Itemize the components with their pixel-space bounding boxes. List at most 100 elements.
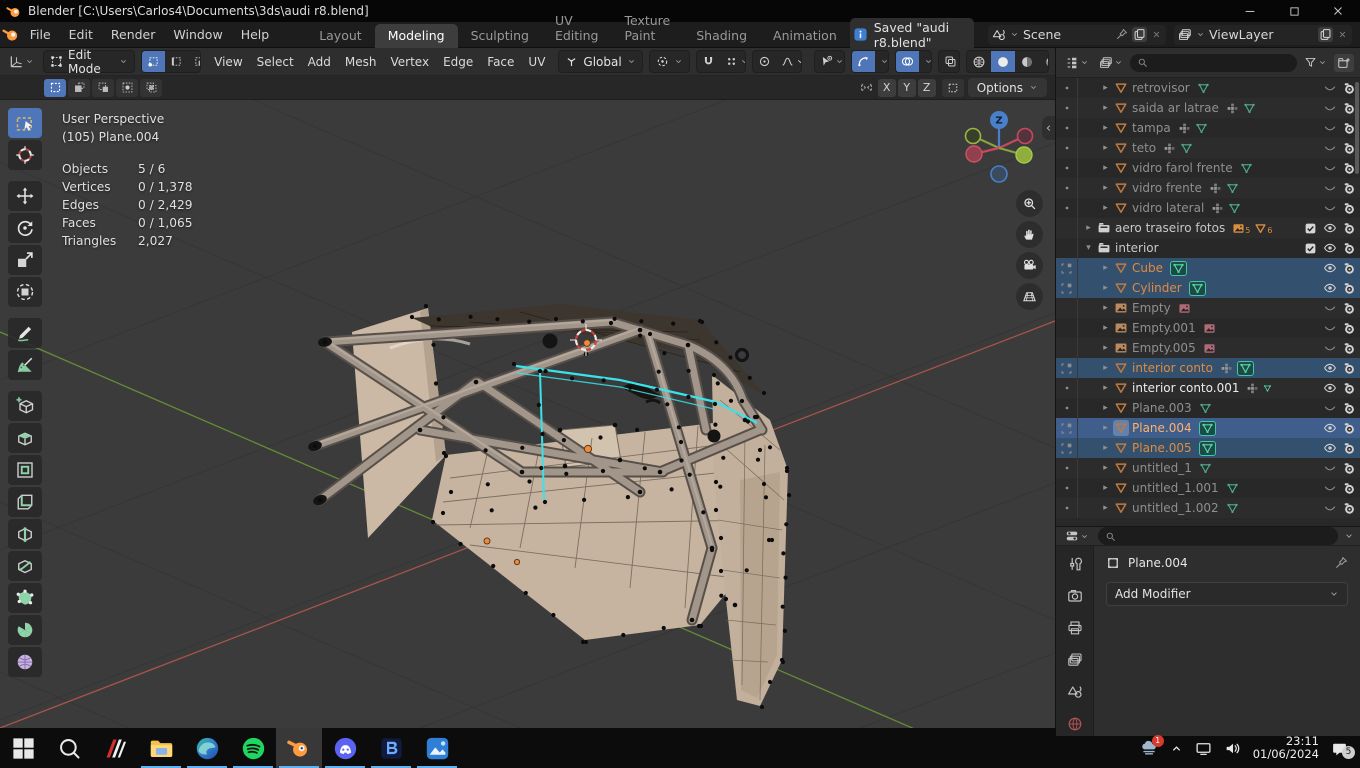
gizmo-y-axis[interactable] xyxy=(1016,147,1032,163)
outliner-item-plane-004[interactable]: ▸Plane.004 xyxy=(1056,418,1360,438)
outliner-gutter-dot[interactable] xyxy=(1056,398,1078,418)
tool-transform[interactable] xyxy=(8,277,42,307)
properties-tab-scene[interactable] xyxy=(1061,680,1089,704)
outliner-item-aero-traseiro-fotos[interactable]: ▸aero traseiro fotos56 xyxy=(1056,218,1360,238)
taskbar-app-start[interactable] xyxy=(0,728,46,768)
expander-icon[interactable]: ▸ xyxy=(1099,323,1112,333)
render-visibility-toggle[interactable] xyxy=(1343,282,1356,295)
maximize-button[interactable] xyxy=(1272,0,1316,22)
render-visibility-toggle[interactable] xyxy=(1343,202,1356,215)
vertex-select-mode-button[interactable] xyxy=(142,51,165,72)
visibility-toggle[interactable] xyxy=(1323,381,1337,395)
viewport-menu-face[interactable]: Face xyxy=(480,55,521,69)
viewport-pan-button[interactable] xyxy=(1016,221,1043,248)
visibility-toggle[interactable] xyxy=(1323,221,1337,235)
render-visibility-toggle[interactable] xyxy=(1343,262,1356,275)
viewport-menu-view[interactable]: View xyxy=(207,55,249,69)
expander-icon[interactable]: ▸ xyxy=(1099,103,1112,113)
viewport-menu-uv[interactable]: UV xyxy=(521,55,552,69)
viewport-menu-mesh[interactable]: Mesh xyxy=(338,55,384,69)
expander-icon[interactable]: ▸ xyxy=(1099,383,1112,393)
visibility-toggle[interactable] xyxy=(1323,141,1337,155)
outliner-gutter-dot[interactable] xyxy=(1056,158,1078,178)
snap-base-button[interactable] xyxy=(942,79,964,97)
tool-extrude[interactable] xyxy=(8,423,42,453)
expander-icon[interactable]: ▾ xyxy=(1082,243,1095,253)
properties-search-input[interactable] xyxy=(1098,527,1338,545)
menu-help[interactable]: Help xyxy=(232,27,279,42)
expander-icon[interactable]: ▸ xyxy=(1099,303,1112,313)
taskbar-app-medal[interactable] xyxy=(92,728,138,768)
tool-add-cube[interactable] xyxy=(8,391,42,421)
outliner-item-tampa[interactable]: ▸tampa xyxy=(1056,118,1360,138)
outliner-filter-button[interactable] xyxy=(1301,54,1330,71)
render-visibility-toggle[interactable] xyxy=(1343,462,1356,475)
outliner-item-interior-conto[interactable]: ▸interior conto xyxy=(1056,358,1360,378)
render-visibility-toggle[interactable] xyxy=(1343,322,1356,335)
outliner-search-input[interactable] xyxy=(1130,54,1297,72)
workspace-tab-layout[interactable]: Layout xyxy=(306,24,375,48)
visibility-toggle[interactable] xyxy=(1323,161,1337,175)
expander-icon[interactable]: ▸ xyxy=(1099,283,1112,293)
visibility-toggle[interactable] xyxy=(1323,261,1337,275)
tool-move[interactable] xyxy=(8,181,42,211)
close-button[interactable] xyxy=(1316,0,1360,22)
render-visibility-toggle[interactable] xyxy=(1343,502,1356,515)
viewport-menu-vertex[interactable]: Vertex xyxy=(384,55,437,69)
visibility-toggle[interactable] xyxy=(1323,281,1337,295)
unlink-scene-icon[interactable] xyxy=(1151,29,1162,40)
outliner-gutter-edit[interactable] xyxy=(1056,358,1078,378)
visibility-toggle[interactable] xyxy=(1323,181,1337,195)
menu-render[interactable]: Render xyxy=(102,27,165,42)
visibility-toggle[interactable] xyxy=(1323,101,1337,115)
expander-icon[interactable]: ▸ xyxy=(1099,343,1112,353)
expander-icon[interactable]: ▸ xyxy=(1099,483,1112,493)
gizmo-neg-y-axis[interactable] xyxy=(966,129,981,144)
minimize-button[interactable] xyxy=(1228,0,1272,22)
visibility-toggle[interactable] xyxy=(1323,301,1337,315)
sidebar-collapse-arrow[interactable]: ‹ xyxy=(1042,116,1055,140)
taskbar-app-explorer[interactable] xyxy=(138,728,184,768)
outliner-gutter-dot[interactable] xyxy=(1056,78,1078,98)
taskbar-app-discord[interactable] xyxy=(322,728,368,768)
visibility-toggle[interactable] xyxy=(1323,81,1337,95)
mesh-data-icon[interactable] xyxy=(1199,441,1216,456)
workspace-tab-texture-paint[interactable]: Texture Paint xyxy=(611,9,683,48)
select-subtract-button[interactable] xyxy=(92,79,114,97)
outliner-gutter-dot[interactable] xyxy=(1056,178,1078,198)
editor-type-button[interactable] xyxy=(6,52,37,71)
viewlayer-selector[interactable]: ViewLayer xyxy=(1174,25,1352,45)
tray-expand-button[interactable] xyxy=(1170,742,1183,755)
tool-inset[interactable] xyxy=(8,455,42,485)
mesh-data-icon[interactable] xyxy=(1189,281,1206,296)
navigation-gizmo[interactable]: Z xyxy=(959,106,1039,186)
snap-toggle-button[interactable] xyxy=(697,51,720,72)
workspace-tab-uv-editing[interactable]: UV Editing xyxy=(542,9,612,48)
taskbar-app-spotify[interactable] xyxy=(230,728,276,768)
viewport-menu-select[interactable]: Select xyxy=(250,55,301,69)
solid-shading-button[interactable] xyxy=(991,51,1015,72)
pivot-point-selector[interactable] xyxy=(649,50,690,73)
render-visibility-toggle[interactable] xyxy=(1343,382,1356,395)
render-visibility-toggle[interactable] xyxy=(1343,242,1356,255)
cloud-tray-icon[interactable]: 1 xyxy=(1140,739,1158,757)
visibility-toggle[interactable] xyxy=(1323,241,1337,255)
expander-icon[interactable]: ▸ xyxy=(1099,163,1112,173)
outliner-item-empty-001[interactable]: ▸Empty.001 xyxy=(1056,318,1360,338)
tool-cursor[interactable] xyxy=(8,140,42,170)
mesh-data-icon[interactable] xyxy=(1199,421,1216,436)
expander-icon[interactable]: ▸ xyxy=(1099,83,1112,93)
render-visibility-toggle[interactable] xyxy=(1343,442,1356,455)
edge-select-mode-button[interactable] xyxy=(165,51,188,72)
render-visibility-toggle[interactable] xyxy=(1343,222,1356,235)
tool-measure[interactable] xyxy=(8,350,42,380)
options-dropdown[interactable]: Options xyxy=(968,78,1047,97)
collection-checkbox[interactable] xyxy=(1304,222,1317,235)
outliner-item-plane-003[interactable]: ▸Plane.003 xyxy=(1056,398,1360,418)
pin-icon[interactable] xyxy=(1115,28,1128,41)
mirror-axis-z-button[interactable]: Z xyxy=(918,79,936,97)
outliner-item-empty-005[interactable]: ▸Empty.005 xyxy=(1056,338,1360,358)
outliner-item-untitled-1-001[interactable]: ▸untitled_1.001 xyxy=(1056,478,1360,498)
render-visibility-toggle[interactable] xyxy=(1343,422,1356,435)
chevron-down-icon[interactable] xyxy=(1344,531,1354,541)
